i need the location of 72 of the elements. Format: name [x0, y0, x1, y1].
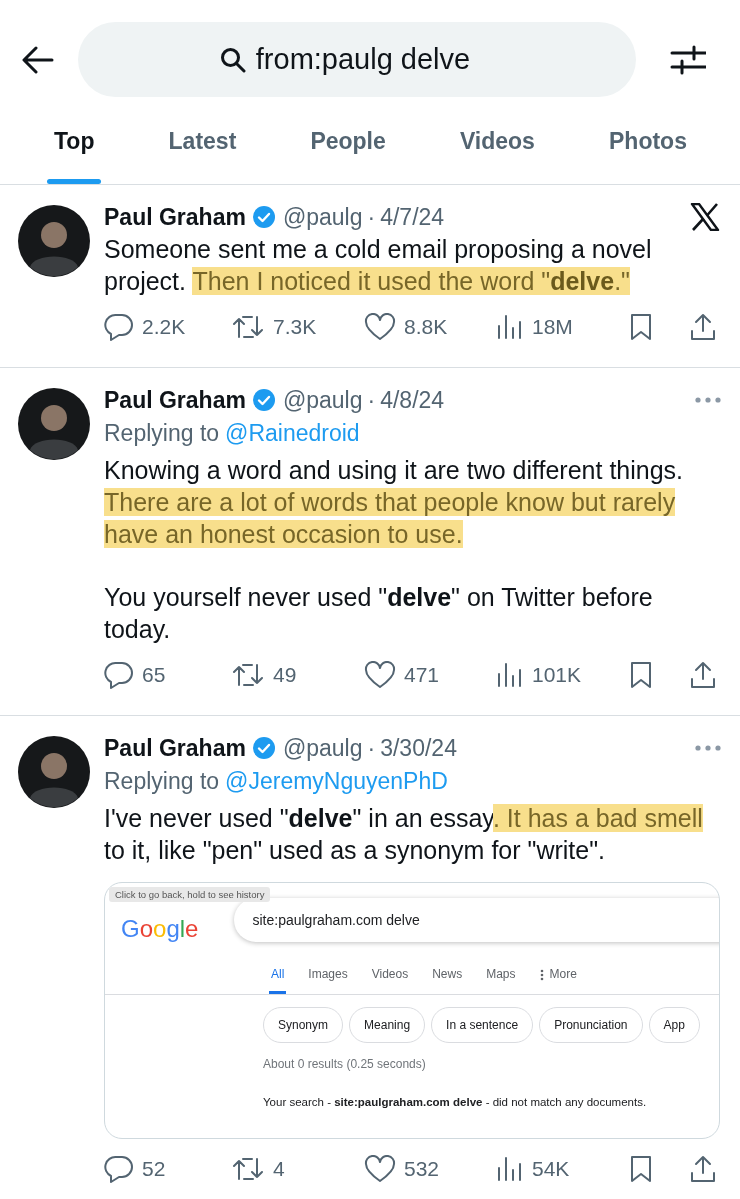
tab[interactable]: Photos: [602, 97, 694, 184]
count: 7.3K: [273, 315, 317, 339]
count: 2.2K: [142, 315, 186, 339]
separator-dot: ·: [367, 203, 376, 231]
avatar[interactable]: [18, 388, 90, 460]
tweet-date[interactable]: 4/8/24: [380, 386, 445, 414]
result-message: Your search - site:paulgraham.com delve - did not match any documents.: [262, 1096, 648, 1108]
back-arrow-icon[interactable]: [22, 45, 54, 74]
avatar[interactable]: [18, 205, 90, 277]
count: 471: [404, 663, 440, 687]
tab[interactable]: Top: [47, 97, 102, 184]
share-icon[interactable]: [689, 313, 717, 341]
tab[interactable]: People: [303, 97, 393, 184]
author-name[interactable]: Paul Graham: [104, 203, 246, 231]
more-icon[interactable]: [694, 744, 722, 752]
repost-icon[interactable]: [231, 1155, 265, 1183]
bookmark-icon[interactable]: [629, 1155, 653, 1183]
tab[interactable]: Latest: [161, 97, 244, 184]
bar-chart-icon[interactable]: [496, 1156, 524, 1182]
author-name[interactable]: Paul Graham: [104, 386, 246, 414]
tab[interactable]: Videos: [452, 97, 542, 184]
screenshot-card[interactable]: [104, 882, 720, 1139]
heart-icon[interactable]: [364, 313, 396, 341]
repost-icon[interactable]: [231, 661, 265, 689]
author-name[interactable]: Paul Graham: [104, 734, 246, 762]
tweet-text: I've never used "delve" in an essay. It has a bad smell to it, like "pen" used as a synonym for "write".: [104, 803, 704, 866]
bar-chart-icon[interactable]: [496, 662, 524, 688]
share-icon[interactable]: [689, 661, 717, 689]
repost-icon[interactable]: [231, 313, 265, 341]
tweet-text: Someone sent me a cold email proposing a novel project. Then I noticed it used the word "delve.": [104, 234, 653, 297]
filter-icon[interactable]: [670, 43, 706, 76]
tweet-date[interactable]: 4/7/24: [380, 203, 445, 231]
reply-label: Replying to: [104, 420, 220, 446]
tab[interactable]: Maps: [484, 967, 518, 994]
search-field[interactable]: from:paulg delve: [78, 22, 636, 97]
heart-icon[interactable]: [364, 661, 396, 689]
author-handle[interactable]: @paulg: [282, 386, 363, 414]
result-stats: About 0 results (0.25 seconds): [262, 1057, 427, 1071]
author-handle[interactable]: @paulg: [282, 203, 363, 231]
speech-bubble-icon[interactable]: [104, 660, 134, 690]
reply-label: Replying to: [104, 768, 220, 794]
search-icon: [219, 46, 246, 73]
heart-icon[interactable]: [364, 1155, 396, 1183]
tab[interactable]: Videos: [369, 967, 411, 994]
more-icon[interactable]: [694, 396, 722, 404]
speech-bubble-icon[interactable]: [104, 312, 134, 342]
kebab-icon: [539, 969, 544, 981]
count: 101K: [532, 663, 582, 687]
avatar[interactable]: [18, 736, 90, 808]
tweet-text: You yourself never used "delve" on Twitter before today.: [104, 582, 654, 645]
count: 532: [404, 1157, 440, 1181]
count: 8.8K: [404, 315, 448, 339]
bar-chart-icon[interactable]: [496, 314, 524, 340]
count: 54K: [532, 1157, 570, 1181]
count: 4: [273, 1157, 285, 1181]
google-logo: Google: [121, 916, 199, 942]
count: 49: [273, 663, 297, 687]
separator-dot: ·: [367, 734, 376, 762]
share-icon[interactable]: [689, 1155, 717, 1183]
author-handle[interactable]: @paulg: [282, 734, 363, 762]
count: 65: [142, 663, 166, 687]
count: 18M: [532, 315, 573, 339]
bookmark-icon[interactable]: [629, 661, 653, 689]
tab[interactable]: Images: [306, 967, 350, 994]
tooltip: Click to go back, hold to see history: [109, 887, 271, 902]
tab[interactable]: News: [430, 967, 465, 994]
tab[interactable]: More: [537, 967, 579, 994]
speech-bubble-icon[interactable]: [104, 1154, 134, 1184]
count: 52: [142, 1157, 166, 1181]
tweet-date[interactable]: 3/30/24: [380, 734, 457, 762]
separator-dot: ·: [367, 386, 376, 414]
bookmark-icon[interactable]: [629, 313, 653, 341]
